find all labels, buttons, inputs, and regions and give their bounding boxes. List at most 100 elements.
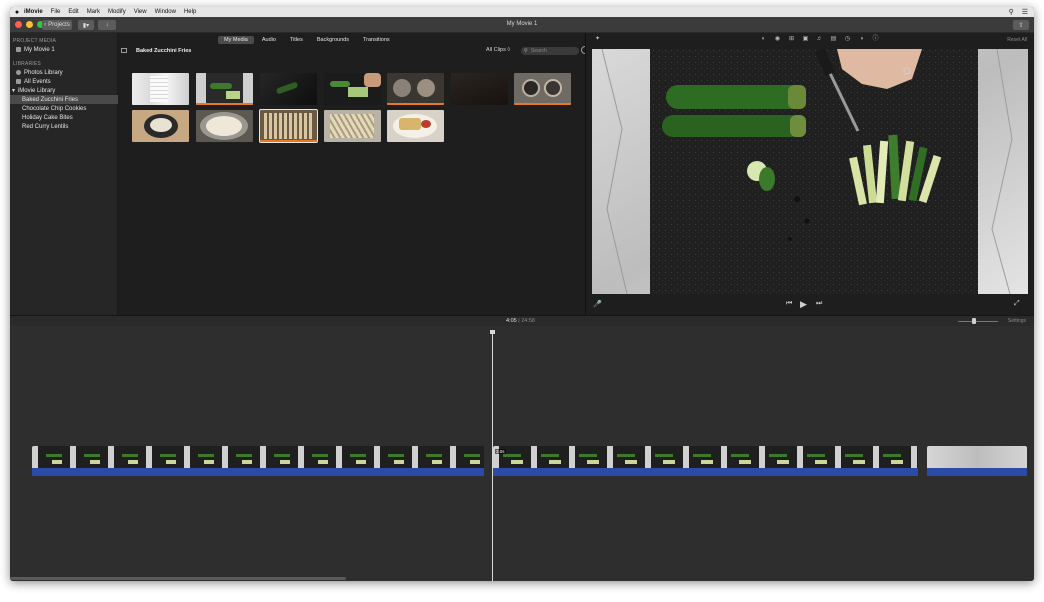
media-clip-thumbnail[interactable] [132, 73, 189, 105]
info-icon[interactable]: ⓘ [872, 36, 879, 43]
sidebar-item-label: iMovie Library [17, 87, 56, 94]
sidebar-item-label: Red Curry Lentils [22, 123, 69, 130]
total-time: 24:58 [521, 318, 535, 324]
timeline-panel: 4:05 | 24:58 Settings 3.0s [10, 315, 1034, 581]
equalizer-icon[interactable]: ▤ [830, 36, 837, 43]
share-button[interactable]: ⇧ [1013, 20, 1029, 30]
window-title: My Movie 1 [506, 21, 538, 27]
media-browser: My Media Audio Titles Backgrounds Transi… [118, 33, 589, 315]
apple-menu-icon[interactable]: ● [10, 9, 24, 16]
sidebar-toggle-icon[interactable] [121, 48, 127, 53]
magic-wand-icon[interactable]: ✦ [594, 36, 601, 43]
media-clip-thumbnail[interactable] [451, 73, 508, 105]
title-bar: ‹ Projects ▮▾ ↓ My Movie 1 ⇧ [10, 17, 1034, 33]
color-balance-icon[interactable]: ◐ [760, 36, 767, 43]
menu-window[interactable]: Window [155, 9, 176, 15]
media-clip-thumbnail[interactable] [259, 109, 318, 143]
timeline-audio-bar[interactable] [927, 468, 1027, 476]
menu-help[interactable]: Help [184, 9, 196, 15]
sidebar-item-all-events[interactable]: All Events [10, 77, 118, 86]
tab-my-media[interactable]: My Media [218, 36, 254, 44]
media-clip-thumbnail[interactable] [324, 110, 381, 142]
timeline-horizontal-scrollbar[interactable] [10, 577, 346, 580]
skip-forward-icon[interactable]: ⏭ [816, 300, 822, 308]
search-icon[interactable]: ⚲ [1009, 8, 1014, 16]
event-title: Baked Zucchini Fries [136, 48, 192, 54]
zoom-slider-knob[interactable] [972, 318, 976, 324]
play-icon[interactable]: ▶ [800, 299, 807, 310]
current-time: 4:05 [506, 318, 517, 324]
color-correction-icon[interactable]: ◉ [774, 36, 781, 43]
menu-bar: ● iMovie File Edit Mark Modify View Wind… [10, 7, 1034, 17]
fullscreen-icon[interactable]: ⤢ [1014, 300, 1020, 308]
sidebar-item-label: Holiday Cake Bites [22, 114, 73, 121]
search-field[interactable]: ⚲ Search [521, 47, 579, 55]
media-clip-thumbnail[interactable] [324, 73, 381, 105]
sidebar-item-project[interactable]: My Movie 1 [10, 45, 118, 54]
sidebar-item-label: Chocolate Chip Cookies [22, 105, 87, 112]
imovie-window: ● iMovie File Edit Mark Modify View Wind… [10, 7, 1034, 581]
menu-edit[interactable]: Edit [68, 9, 78, 15]
zucchini-cutting-board-image [592, 49, 1028, 294]
sidebar-item-imovie-library[interactable]: ▼ iMovie Library [10, 86, 118, 95]
sidebar-item-event-chocolate-chip-cookies[interactable]: Chocolate Chip Cookies [10, 104, 118, 113]
tab-audio[interactable]: Audio [256, 36, 282, 44]
browser-tabs: My Media Audio Titles Backgrounds Transi… [218, 36, 396, 44]
sidebar-item-label: All Events [24, 78, 51, 85]
clip-duration-badge: 3.0s [495, 449, 506, 454]
disclosure-triangle-icon[interactable]: ▼ [11, 88, 16, 94]
timeline-header: 4:05 | 24:58 Settings [10, 316, 1034, 326]
media-clip-thumbnail[interactable] [514, 73, 571, 105]
search-placeholder: Search [531, 48, 547, 54]
playback-controls: 🎤 ⏮ ▶ ⏭ ⤢ [586, 298, 1034, 312]
sidebar-item-label: Baked Zucchini Fries [22, 96, 79, 103]
volume-icon[interactable]: ♬ [816, 36, 823, 43]
timeline-audio-bar[interactable] [32, 468, 484, 476]
used-clip-indicator [514, 103, 571, 105]
playhead[interactable] [492, 332, 493, 581]
used-clip-indicator [260, 140, 317, 142]
zoom-slider-track[interactable] [958, 321, 998, 322]
crop-icon[interactable]: ⊞ [788, 36, 795, 43]
media-clip-thumbnail[interactable] [196, 110, 253, 142]
menu-view[interactable]: View [134, 9, 147, 15]
sidebar-item-label: Photos Library [24, 69, 63, 76]
menu-modify[interactable]: Modify [108, 9, 126, 15]
list-icon[interactable]: ☰ [1022, 8, 1028, 16]
microphone-icon[interactable]: 🎤 [593, 300, 602, 308]
libraries-heading: LIBRARIES [13, 61, 41, 67]
filter-icon[interactable]: ◑ [858, 36, 865, 43]
sidebar-item-event-holiday-cake-bites[interactable]: Holiday Cake Bites [10, 113, 118, 122]
media-clip-thumbnail[interactable] [132, 110, 189, 142]
media-clip-thumbnail[interactable] [387, 73, 444, 105]
sidebar-item-event-baked-zucchini-fries[interactable]: Baked Zucchini Fries [10, 95, 118, 104]
timecode-display: 4:05 | 24:58 [506, 318, 535, 324]
sidebar-item-photos-library[interactable]: Photos Library [10, 68, 118, 77]
search-icon: ⚲ [524, 48, 528, 54]
sidebar-item-event-red-curry-lentils[interactable]: Red Curry Lentils [10, 122, 118, 131]
events-icon [16, 79, 21, 84]
timeline-settings-button[interactable]: Settings [1008, 318, 1026, 324]
menu-imovie[interactable]: iMovie [24, 9, 43, 15]
menu-mark[interactable]: Mark [87, 9, 100, 15]
used-clip-indicator [196, 103, 253, 105]
all-clips-filter[interactable]: All Clips ◊ [486, 47, 510, 53]
photos-icon [16, 70, 21, 75]
speed-icon[interactable]: ◷ [844, 36, 851, 43]
tab-titles[interactable]: Titles [284, 36, 309, 44]
viewer-toolbar: ✦ ◐ ◉ ⊞ ▣ ♬ ▤ ◷ ◑ ⓘ Reset All [586, 33, 1034, 47]
sidebar-item-label: My Movie 1 [24, 46, 55, 53]
media-clip-thumbnail[interactable] [387, 110, 444, 142]
tab-transitions[interactable]: Transitions [357, 36, 396, 44]
skip-back-icon[interactable]: ⏮ [786, 300, 792, 308]
tab-backgrounds[interactable]: Backgrounds [311, 36, 355, 44]
stabilize-icon[interactable]: ▣ [802, 36, 809, 43]
media-clip-thumbnail[interactable] [260, 73, 317, 105]
menu-file[interactable]: File [51, 9, 61, 15]
reset-all-button[interactable]: Reset All [1007, 37, 1027, 43]
share-icon: ⇧ [1018, 22, 1024, 29]
media-clip-thumbnail[interactable] [196, 73, 253, 105]
project-icon [16, 47, 21, 52]
timeline-audio-bar[interactable] [493, 468, 918, 476]
viewer-panel: ✦ ◐ ◉ ⊞ ▣ ♬ ▤ ◷ ◑ ⓘ Reset All 🎤 ⏮ ▶ ⏭ ⤢ [585, 33, 1034, 315]
